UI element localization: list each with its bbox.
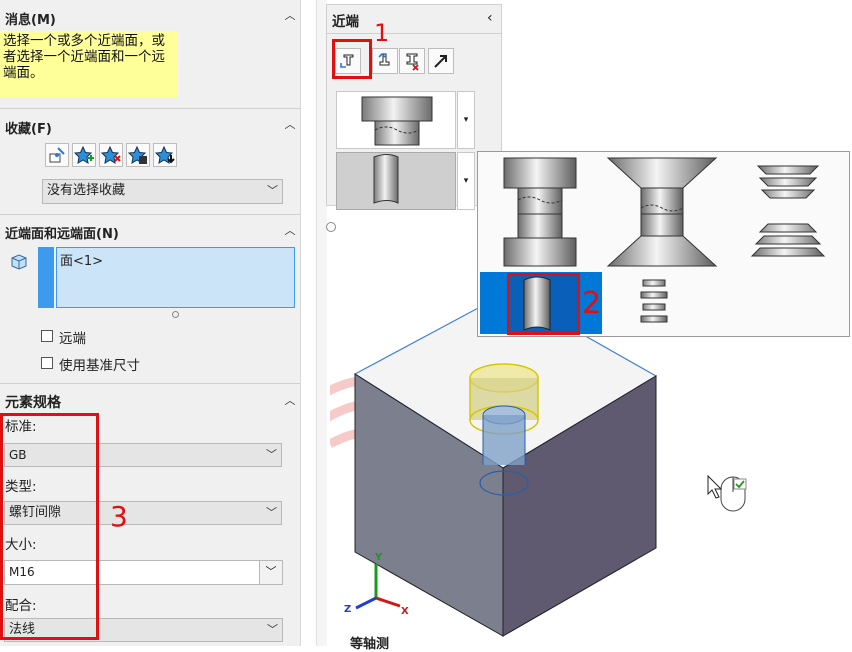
view-orientation-label: 等轴测 xyxy=(350,637,390,652)
star-add-icon xyxy=(73,145,94,164)
cut-type-preview[interactable] xyxy=(336,152,456,210)
annotation-box-2 xyxy=(507,273,580,335)
star-delete-icon xyxy=(100,145,121,164)
star-import-icon xyxy=(154,145,175,164)
message-box: 选择一个或多个近端面，或者选择一个近端面和一个远端面。 xyxy=(0,31,178,97)
chevron-down-icon: ﹀ xyxy=(267,184,278,197)
collapse-left-icon[interactable]: ‹ xyxy=(487,10,493,26)
annotation-number-2: 2 xyxy=(582,286,602,321)
favorites-section-title: 收藏(F) xyxy=(5,122,52,137)
message-section-title: 消息(M) xyxy=(5,13,56,28)
direction-button[interactable] xyxy=(428,48,454,74)
annotation-box-3 xyxy=(0,413,99,640)
cap-bolt-preview-icon xyxy=(361,96,433,146)
remove-end-button[interactable] xyxy=(399,48,425,74)
save-favorite-button[interactable] xyxy=(126,143,150,167)
face-selection-list[interactable]: 面<1> xyxy=(56,247,295,308)
far-end-mode-button[interactable] xyxy=(372,48,398,74)
add-favorite-button[interactable] xyxy=(72,143,96,167)
collapse-message-icon[interactable]: ︿ xyxy=(284,10,296,21)
arrow-diagonal-icon xyxy=(434,55,447,68)
straight-cut-preview-icon xyxy=(373,154,399,204)
use-base-dimension-label: 使用基准尺寸 xyxy=(59,358,140,374)
near-end-title: 近端 xyxy=(332,14,359,30)
favorite-select[interactable]: 没有选择收藏 ﹀ xyxy=(42,179,283,204)
head-type-dropdown[interactable]: ▾ xyxy=(457,91,475,149)
mouse-select-icon xyxy=(707,474,747,512)
load-favorite-icon xyxy=(49,147,65,163)
property-manager: 消息(M) ︿ 选择一个或多个近端面，或者选择一个近端面和一个远端面。 收藏(F… xyxy=(0,0,301,646)
resize-handle[interactable] xyxy=(172,311,179,318)
head-type-preview[interactable] xyxy=(336,91,456,149)
favorite-select-value: 没有选择收藏 xyxy=(47,183,126,198)
annotation-number-1: 1 xyxy=(374,19,390,47)
option-thread-straight[interactable] xyxy=(640,279,668,323)
remove-end-icon xyxy=(406,53,419,71)
axis-y-label: Y xyxy=(375,552,383,563)
option-thread-top[interactable] xyxy=(756,165,820,199)
use-base-dimension-checkbox[interactable] xyxy=(41,357,53,369)
far-end-label: 远端 xyxy=(59,331,86,347)
option-thread-bottom[interactable] xyxy=(750,223,826,257)
cut-type-dropdown[interactable]: ▾ xyxy=(457,152,475,210)
chevron-down-icon: ﹀ xyxy=(266,448,277,461)
viewport-handle[interactable] xyxy=(326,222,336,232)
option-countersink[interactable] xyxy=(606,157,718,267)
chevron-down-icon: ﹀ xyxy=(267,623,278,636)
element-spec-title: 元素规格 xyxy=(5,395,61,411)
face-list-item[interactable]: 面<1> xyxy=(57,248,294,271)
chevron-down-icon: ﹀ xyxy=(266,506,277,519)
far-end-icon xyxy=(378,52,390,66)
collapse-spec-icon[interactable]: ︿ xyxy=(284,395,296,406)
selection-active-bar xyxy=(38,247,54,308)
collapse-favorites-icon[interactable]: ︿ xyxy=(284,119,296,130)
collapse-faces-icon[interactable]: ︿ xyxy=(284,225,296,236)
axis-z-label: Z xyxy=(344,604,352,615)
import-favorite-button[interactable] xyxy=(153,143,177,167)
face-selection-icon xyxy=(11,254,27,270)
chevron-down-icon[interactable]: ﹀ xyxy=(259,561,282,584)
hole-type-popup: 2 xyxy=(477,151,850,337)
far-end-checkbox[interactable] xyxy=(41,330,53,342)
option-cap-head[interactable] xyxy=(503,157,577,267)
load-favorite-button[interactable] xyxy=(45,143,69,167)
annotation-number-3: 3 xyxy=(110,500,128,533)
axis-x-label: X xyxy=(401,606,409,617)
faces-section-title: 近端面和远端面(N) xyxy=(5,227,119,242)
near-end-panel: 近端 ‹ 1 ▾ ▾ xyxy=(326,4,502,210)
delete-favorite-button[interactable] xyxy=(99,143,123,167)
annotation-box-1 xyxy=(332,39,372,79)
star-save-icon xyxy=(127,145,147,164)
